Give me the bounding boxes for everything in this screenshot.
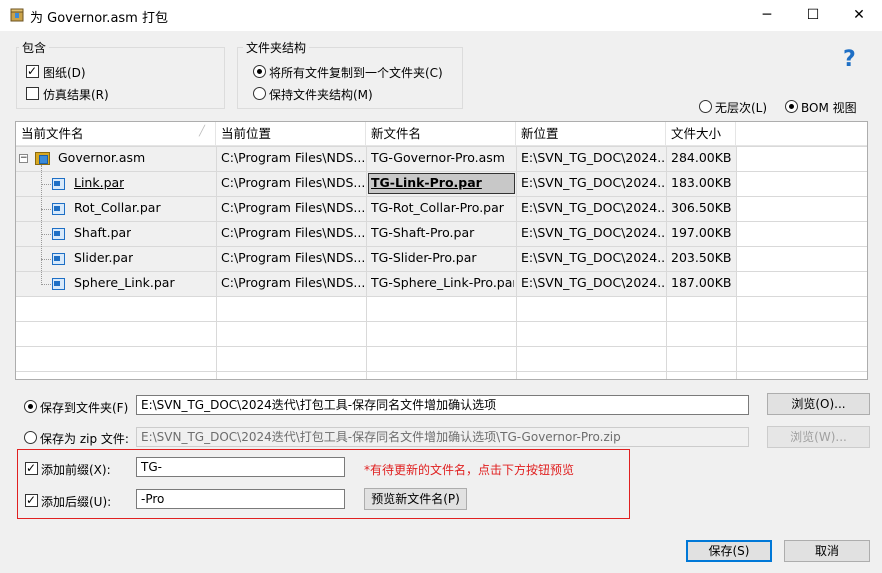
minimize-button[interactable]: ─ <box>744 0 790 31</box>
row-new-location: E:\SVN_TG_DOC\2024... <box>521 200 664 215</box>
save-zip-input[interactable]: E:\SVN_TG_DOC\2024迭代\打包工具-保存同名文件增加确认选项\T… <box>136 427 749 447</box>
row-size: 203.50KB <box>671 250 732 265</box>
sort-ascending-icon: ╱ <box>199 126 206 137</box>
save-folder-label[interactable]: 保存到文件夹(F) <box>40 399 128 416</box>
row-location: C:\Program Files\NDS... <box>221 175 364 190</box>
grid-line <box>16 346 867 347</box>
row-new-location: E:\SVN_TG_DOC\2024... <box>521 150 664 165</box>
row-location: C:\Program Files\NDS... <box>221 225 364 240</box>
grid-line <box>366 146 367 379</box>
bom-view-label[interactable]: BOM 视图 <box>801 99 857 116</box>
window-title: 为 Governor.asm 打包 <box>30 11 168 26</box>
header-file-size[interactable]: 文件大小 <box>666 122 736 146</box>
row-new-name[interactable]: TG-Slider-Pro.par <box>371 246 514 270</box>
row-size: 197.00KB <box>671 225 732 240</box>
row-new-location: E:\SVN_TG_DOC\2024... <box>521 275 664 290</box>
tree-connector <box>41 284 51 285</box>
preview-button[interactable]: 预览新文件名(P) <box>364 488 467 510</box>
grid-line <box>16 371 867 372</box>
row-new-name[interactable]: TG-Link-Pro.par <box>371 171 514 195</box>
row-location: C:\Program Files\NDS... <box>221 250 364 265</box>
part-icon <box>52 203 65 215</box>
copy-all-label[interactable]: 将所有文件复制到一个文件夹(C) <box>269 64 443 81</box>
row-name[interactable]: Governor.asm <box>58 146 145 170</box>
header-current-location[interactable]: 当前位置 <box>216 122 366 146</box>
row-new-name[interactable]: TG-Sphere_Link-Pro.par <box>371 271 514 295</box>
prefix-checkbox[interactable] <box>25 460 38 476</box>
row-new-location: E:\SVN_TG_DOC\2024... <box>521 175 664 190</box>
sim-results-label[interactable]: 仿真结果(R) <box>43 86 109 103</box>
row-new-location: E:\SVN_TG_DOC\2024... <box>521 225 664 240</box>
header-new-name[interactable]: 新文件名 <box>366 122 516 146</box>
flat-view-radio[interactable] <box>699 100 712 113</box>
close-button[interactable]: ✕ <box>836 0 882 31</box>
flat-view-label[interactable]: 无层次(L) <box>715 99 767 116</box>
grid-line <box>666 146 667 379</box>
bom-view-radio[interactable] <box>785 100 798 113</box>
row-location: C:\Program Files\NDS... <box>221 275 364 290</box>
part-icon <box>52 278 65 290</box>
header-filler <box>736 122 867 146</box>
row-new-name[interactable]: TG-Governor-Pro.asm <box>371 146 514 170</box>
cancel-button[interactable]: 取消 <box>784 540 870 562</box>
header-current-name[interactable]: 当前文件名 <box>16 122 216 146</box>
part-icon <box>52 178 65 190</box>
grid-line <box>216 146 217 379</box>
row-new-name[interactable]: TG-Shaft-Pro.par <box>371 221 514 245</box>
row-name[interactable]: Rot_Collar.par <box>74 196 161 220</box>
grid-line <box>16 296 867 297</box>
preview-hint: *有待更新的文件名，点击下方按钮预览 <box>364 463 575 477</box>
tree-connector <box>41 184 51 185</box>
file-table[interactable]: 当前文件名 ╱ 当前位置 新文件名 新位置 文件大小 − Governor.as… <box>15 121 868 380</box>
header-new-location[interactable]: 新位置 <box>516 122 666 146</box>
package-app-icon <box>9 7 25 23</box>
copy-all-radio[interactable] <box>253 65 266 78</box>
row-name[interactable]: Sphere_Link.par <box>74 271 175 295</box>
prefix-input[interactable]: TG- <box>136 457 345 477</box>
sim-results-checkbox[interactable] <box>26 87 39 100</box>
keep-structure-label[interactable]: 保持文件夹结构(M) <box>269 86 373 103</box>
include-group-label: 包含 <box>19 39 50 56</box>
collapse-icon[interactable]: − <box>19 154 28 163</box>
tree-connector <box>41 209 51 210</box>
row-new-location: E:\SVN_TG_DOC\2024... <box>521 250 664 265</box>
suffix-label[interactable]: 添加后缀(U): <box>41 493 111 510</box>
help-icon[interactable]: ? <box>843 47 856 72</box>
save-button[interactable]: 保存(S) <box>686 540 772 562</box>
row-name[interactable]: Link.par <box>74 171 124 195</box>
browse-folder-button[interactable]: 浏览(O)... <box>767 393 870 415</box>
save-zip-radio[interactable] <box>24 431 37 444</box>
tree-connector <box>41 165 42 285</box>
maximize-button[interactable]: ☐ <box>790 0 836 31</box>
row-name[interactable]: Slider.par <box>74 246 133 270</box>
row-name[interactable]: Shaft.par <box>74 221 131 245</box>
part-icon <box>52 228 65 240</box>
save-folder-input[interactable]: E:\SVN_TG_DOC\2024迭代\打包工具-保存同名文件增加确认选项 <box>136 395 749 415</box>
row-size: 306.50KB <box>671 200 732 215</box>
grid-line <box>516 146 517 379</box>
suffix-input[interactable]: -Pro <box>136 489 345 509</box>
tree-connector <box>41 259 51 260</box>
prefix-label[interactable]: 添加前缀(X): <box>41 461 111 478</box>
drawings-checkbox[interactable] <box>26 63 39 79</box>
row-location: C:\Program Files\NDS... <box>221 200 364 215</box>
grid-line <box>16 321 867 322</box>
drawings-label[interactable]: 图纸(D) <box>43 64 86 81</box>
grid-line <box>736 146 737 379</box>
part-icon <box>52 253 65 265</box>
row-new-name[interactable]: TG-Rot_Collar-Pro.par <box>371 196 514 220</box>
row-location: C:\Program Files\NDS... <box>221 150 364 165</box>
tree-connector <box>41 234 51 235</box>
row-size: 187.00KB <box>671 275 732 290</box>
row-size: 284.00KB <box>671 150 732 165</box>
keep-structure-radio[interactable] <box>253 87 266 100</box>
folder-structure-group-label: 文件夹结构 <box>243 39 310 56</box>
browse-zip-button[interactable]: 浏览(W)... <box>767 426 870 448</box>
save-zip-label[interactable]: 保存为 zip 文件: <box>40 430 129 447</box>
suffix-checkbox[interactable] <box>25 492 38 508</box>
save-folder-radio[interactable] <box>24 400 37 413</box>
assembly-icon <box>35 152 50 165</box>
row-size: 183.00KB <box>671 175 732 190</box>
